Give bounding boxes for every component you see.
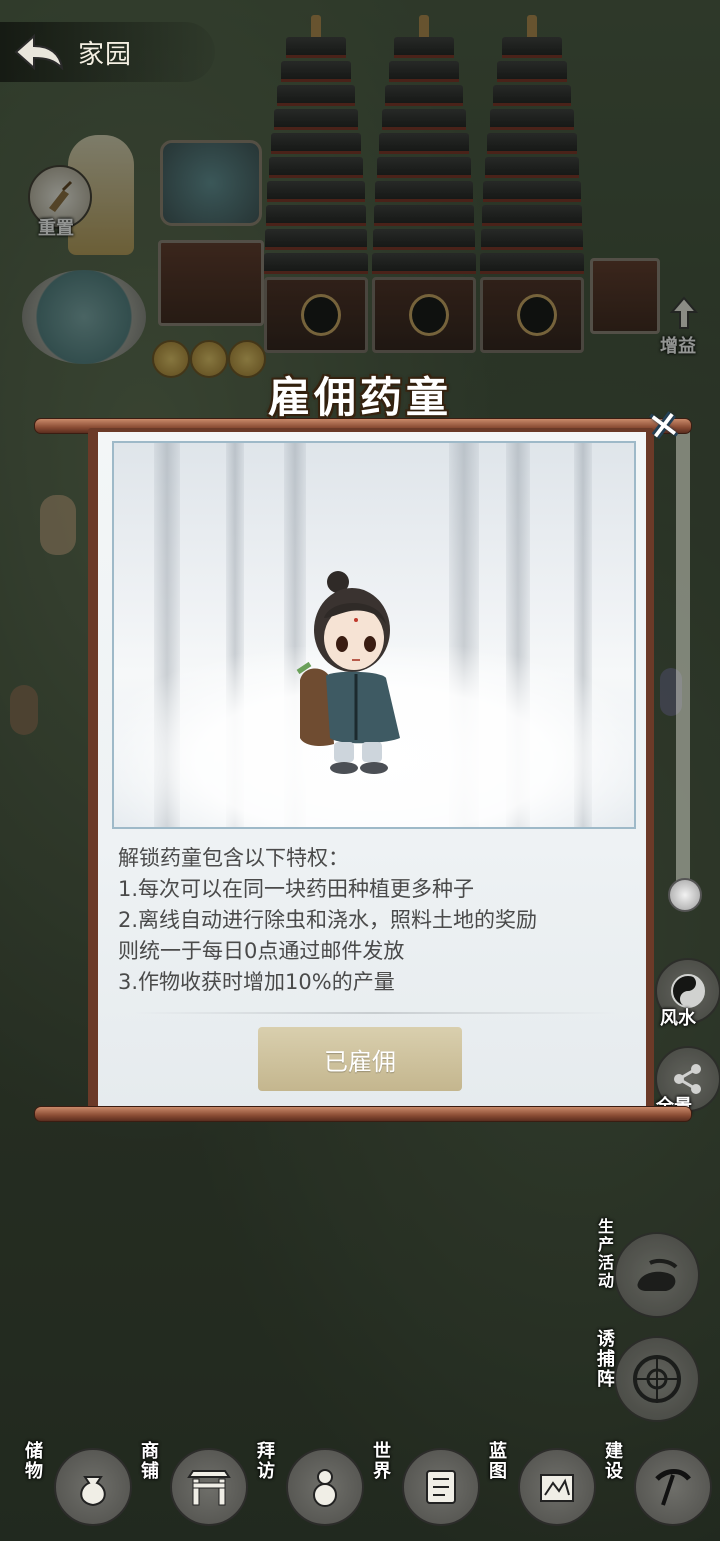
- nav-blueprint-label: 蓝图: [489, 1441, 507, 1482]
- close-button[interactable]: ✕: [637, 399, 691, 453]
- hired-button[interactable]: 已雇佣: [258, 1027, 462, 1091]
- visit-gourd-icon: [286, 1448, 364, 1526]
- world-scroll-icon: [402, 1448, 480, 1526]
- nav-visit-label: 拜访: [257, 1441, 275, 1482]
- nav-storage-label: 储物: [25, 1441, 43, 1482]
- trap-array-icon: [633, 1355, 681, 1403]
- nav-build[interactable]: 建设: [590, 1430, 712, 1530]
- nav-build-label: 建设: [605, 1441, 623, 1482]
- bottom-nav: 储物 商铺 拜访 世界 蓝图 建设: [0, 1430, 720, 1541]
- scroll-bottom-rod: [34, 1106, 692, 1122]
- page-title: 家园: [78, 39, 133, 70]
- production-teapot-icon: [637, 1258, 678, 1291]
- nav-world[interactable]: 世界: [358, 1430, 480, 1530]
- perk-intro: 解锁药童包含以下特权：: [118, 846, 349, 870]
- nav-world-label: 世界: [373, 1441, 391, 1482]
- dialog-title: 雇佣药童: [267, 372, 452, 422]
- perk-description: 解锁药童包含以下特权： 1.每次可以在同一块药田种植更多种子 2.离线自动进行除…: [118, 843, 638, 998]
- build-pickaxe-icon: [634, 1448, 712, 1526]
- perk-item: 2.离线自动进行除虫和浇水，照料土地的奖励: [118, 908, 538, 932]
- perk-item: 3.作物收获时增加10%的产量: [118, 970, 395, 994]
- nav-storage[interactable]: 储物: [10, 1430, 132, 1530]
- production-activity-button[interactable]: [614, 1232, 700, 1318]
- nav-shop-label: 商铺: [141, 1441, 159, 1482]
- perk-item: 1.每次可以在同一块药田种植更多种子: [118, 877, 475, 901]
- trap-array-button[interactable]: [614, 1336, 700, 1422]
- blueprint-icon: [518, 1448, 596, 1526]
- perk-item: 则统一于每日0点通过邮件发放: [118, 939, 405, 963]
- zoom-slider-track[interactable]: [676, 425, 690, 905]
- nav-shop[interactable]: 商铺: [126, 1430, 248, 1530]
- zoom-slider-handle[interactable]: [668, 878, 702, 912]
- top-bar: 家园: [0, 22, 215, 82]
- divider: [135, 1012, 615, 1014]
- herb-boy-character: [296, 571, 400, 774]
- back-arrow-icon: [14, 34, 64, 70]
- back-button[interactable]: [12, 32, 66, 72]
- nav-blueprint[interactable]: 蓝图: [474, 1430, 596, 1530]
- dialog-title-banner: 雇佣药童: [205, 362, 515, 426]
- close-icon: ✕: [645, 401, 683, 451]
- nav-visit[interactable]: 拜访: [242, 1430, 364, 1530]
- storage-bag-icon: [54, 1448, 132, 1526]
- shop-gate-icon: [170, 1448, 248, 1526]
- fengshui-label: 风水: [660, 1008, 696, 1029]
